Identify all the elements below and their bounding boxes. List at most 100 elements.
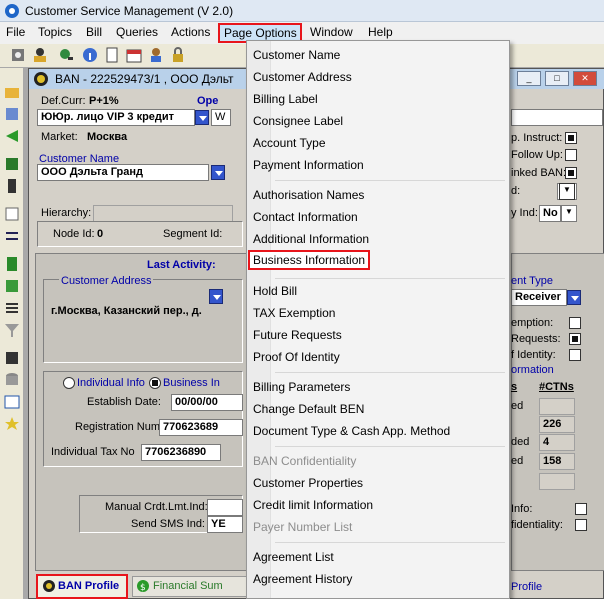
menu-item-contact-information[interactable]: Contact Information — [253, 210, 358, 224]
col-ctns-header: #CTNs — [539, 381, 574, 393]
ind-dropdown[interactable]: ▼ — [561, 205, 577, 222]
edit-icon[interactable] — [4, 106, 20, 122]
menu-window[interactable]: Window — [310, 25, 353, 39]
menu-item-change-default-ben[interactable]: Change Default BEN — [253, 402, 364, 416]
establish-date-field[interactable]: 00/00/00 — [171, 394, 243, 411]
menu-actions[interactable]: Actions — [171, 25, 210, 39]
save-icon[interactable] — [4, 350, 20, 366]
account-type-extra[interactable]: W — [211, 109, 231, 126]
info-checkbox[interactable] — [575, 503, 587, 515]
arrow-icon[interactable] — [4, 128, 20, 144]
menu-item-customer-address[interactable]: Customer Address — [253, 70, 352, 84]
individual-tax-field[interactable]: 7706236890 — [141, 444, 221, 461]
instruct-label: p. Instruct: — [511, 132, 563, 144]
tab-financial-summary[interactable]: $ Financial Sum — [132, 576, 248, 597]
menu-item-authorisation-names[interactable]: Authorisation Names — [253, 188, 364, 202]
receiver-field[interactable]: Receiver — [511, 289, 567, 306]
window-icon[interactable] — [4, 394, 20, 410]
business-info-radio[interactable] — [149, 377, 161, 389]
filter-icon[interactable] — [4, 322, 20, 338]
menu-item-agreement-list[interactable]: Agreement List — [253, 550, 334, 564]
registration-num-field[interactable]: 770623689 — [159, 419, 243, 436]
d-label: d: — [511, 185, 521, 197]
row2-value: 226 — [539, 416, 575, 433]
page-icon[interactable] — [4, 256, 20, 272]
customer-address-label: Customer Address — [59, 275, 154, 287]
hierarchy-field[interactable] — [93, 205, 233, 222]
minimize-button[interactable]: _ — [517, 71, 541, 86]
linked-ban-checkbox[interactable] — [565, 167, 577, 179]
requests-checkbox[interactable] — [569, 333, 581, 345]
account-type-dropdown[interactable] — [195, 110, 209, 125]
menu-help[interactable]: Help — [368, 25, 393, 39]
menu-item-billing-parameters[interactable]: Billing Parameters — [253, 380, 350, 394]
menu-item-payment-information[interactable]: Payment Information — [253, 158, 364, 172]
instruct-checkbox[interactable] — [565, 132, 577, 144]
row4-value: 158 — [539, 453, 575, 470]
info-icon[interactable] — [82, 47, 98, 63]
def-curr-label: Def.Curr: — [41, 95, 86, 107]
linked-ban-label: inked BAN: — [511, 167, 567, 179]
menu-item-additional-information[interactable]: Additional Information — [253, 232, 369, 246]
calendar-icon[interactable] — [126, 47, 142, 63]
menu-item-hold-bill[interactable]: Hold Bill — [253, 284, 297, 298]
search-icon[interactable] — [58, 47, 74, 63]
menu-item-customer-name[interactable]: Customer Name — [253, 48, 340, 62]
menu-item-tax-exemption[interactable]: TAX Exemption — [253, 306, 335, 320]
menu-item-customer-properties[interactable]: Customer Properties — [253, 476, 363, 490]
menu-item-business-information[interactable]: Business Information — [248, 250, 371, 270]
menu-item-agreement-history[interactable]: Agreement History — [253, 572, 352, 586]
row1-value — [539, 398, 575, 415]
document-icon[interactable] — [104, 47, 120, 63]
customer-name-field[interactable]: ООО Дэльта Гранд — [37, 164, 209, 181]
menu-item-billing-label[interactable]: Billing Label — [253, 92, 318, 106]
col-s-header: s — [511, 381, 518, 393]
menu-item-document-type[interactable]: Document Type & Cash App. Method — [253, 424, 450, 438]
receiver-dropdown[interactable] — [567, 290, 581, 305]
list-icon[interactable] — [4, 206, 20, 222]
menu-item-account-type[interactable]: Account Type — [253, 136, 326, 150]
copy-icon[interactable] — [4, 278, 20, 294]
settings-icon[interactable] — [10, 47, 26, 63]
customer-address-dropdown[interactable] — [209, 289, 223, 304]
identity-checkbox[interactable] — [569, 349, 581, 361]
customer-name-dropdown[interactable] — [211, 165, 225, 180]
menu-topics[interactable]: Topics — [38, 25, 72, 39]
menu-item-proof-of-identity[interactable]: Proof Of Identity — [253, 350, 340, 364]
maximize-button[interactable]: □ — [545, 71, 569, 86]
menu-bill[interactable]: Bill — [86, 25, 102, 39]
grid-icon[interactable] — [4, 156, 20, 172]
app-title-bar: Customer Service Management (V 2.0) — [0, 0, 604, 22]
row1-label: ed — [511, 400, 524, 412]
individual-info-radio[interactable] — [63, 377, 75, 389]
follow-up-checkbox[interactable] — [565, 149, 577, 161]
menu-item-consignee-label[interactable]: Consignee Label — [253, 114, 343, 128]
star-icon[interactable] — [4, 416, 20, 432]
menu-file[interactable]: File — [6, 25, 25, 39]
close-button[interactable]: ✕ — [573, 71, 597, 86]
d-dropdown[interactable]: ▼ — [559, 183, 575, 200]
menu-item-ban-confidentiality: BAN Confidentiality — [253, 454, 357, 468]
menu-item-future-requests[interactable]: Future Requests — [253, 328, 342, 342]
user-icon[interactable] — [32, 47, 48, 63]
menu-item-credit-limit-information[interactable]: Credit limit Information — [253, 498, 373, 512]
database-icon[interactable] — [4, 372, 20, 388]
right-top-field[interactable] — [511, 109, 603, 126]
confidentiality-checkbox[interactable] — [575, 519, 587, 531]
transfer-icon[interactable] — [4, 228, 20, 244]
ind-field[interactable]: No — [539, 205, 561, 222]
person-icon[interactable] — [148, 47, 164, 63]
tab-ban-profile[interactable]: BAN Profile — [36, 574, 128, 599]
folder-icon[interactable] — [4, 84, 20, 100]
account-type-field[interactable]: ЮЮр. лицо VIP 3 кредит — [37, 109, 195, 126]
node-id-value: 0 — [97, 228, 104, 240]
phone-icon[interactable] — [4, 178, 20, 194]
tab-ban-profile-label: BAN Profile — [58, 580, 120, 592]
identity-label: f Identity: — [511, 349, 556, 361]
lines-icon[interactable] — [4, 300, 20, 316]
manual-crdt-field[interactable] — [207, 499, 243, 516]
send-sms-field[interactable]: YE — [207, 516, 243, 533]
exemption-checkbox[interactable] — [569, 317, 581, 329]
lock-icon[interactable] — [170, 47, 186, 63]
menu-queries[interactable]: Queries — [116, 25, 158, 39]
